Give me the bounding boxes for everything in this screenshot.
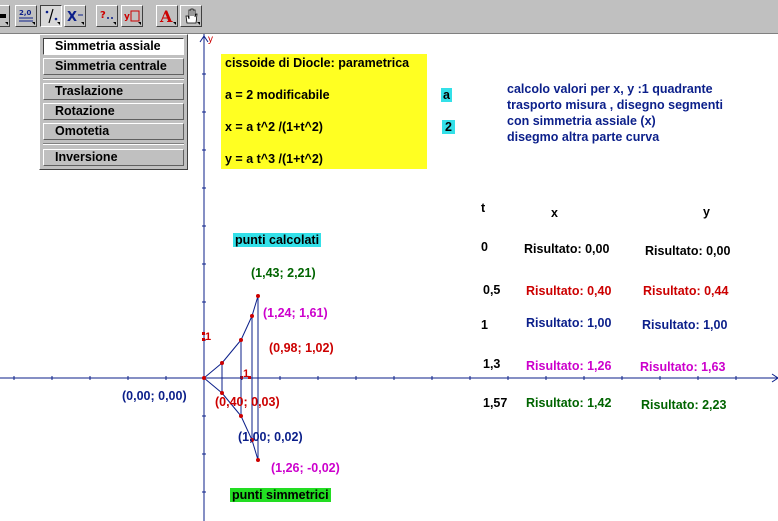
y-unit-label: 1 — [205, 331, 212, 343]
table-row-t: 0 — [481, 240, 488, 254]
table-row-y: Risultato: 1,00 — [642, 318, 728, 332]
info-x-formula: x = a t^2 /(1+t^2) — [225, 120, 323, 134]
table-row-x: Risultato: 1,42 — [526, 396, 612, 410]
table-row-y: Risultato: 0,00 — [645, 244, 731, 258]
param-a-value[interactable]: 2 — [442, 120, 455, 134]
menu-item-simmetria-assiale[interactable]: Simmetria assiale — [43, 38, 184, 55]
menu-item-omotetia[interactable]: Omotetia — [43, 123, 184, 140]
menu-item-simmetria-centrale[interactable]: Simmetria centrale — [43, 58, 184, 75]
point-label: (1,26; -0,02) — [271, 461, 340, 475]
table-header-x: x — [551, 206, 558, 220]
transform-menu: Simmetria assiale Simmetria centrale Tra… — [39, 34, 188, 170]
point-label: (1,43; 2,21) — [251, 266, 316, 280]
note-line-4: disegmo altra parte curva — [507, 130, 660, 144]
x-unit-label: 1 — [243, 368, 250, 380]
note-line-3: con simmetria assiale (x) — [507, 114, 656, 128]
table-header-t: t — [481, 201, 486, 215]
table-row-t: 0,5 — [483, 283, 501, 297]
table-row-y: Risultato: 1,63 — [640, 360, 726, 374]
symmetric-points-label: punti simmetrici — [230, 488, 331, 502]
point-label: (0,98; 1,02) — [269, 341, 334, 355]
y-axis-label: y — [208, 34, 213, 45]
table-row-y: Risultato: 0,44 — [643, 284, 729, 298]
table-header-y: y — [703, 205, 710, 219]
point-label: (1,00; 0,02) — [238, 430, 303, 444]
menu-separator — [43, 143, 184, 145]
table-row-t: 1,57 — [483, 396, 508, 410]
table-row-x: Risultato: 0,00 — [524, 242, 610, 256]
point-label: (0,40; 0,03) — [215, 395, 280, 409]
point-label-origin: (0,00; 0,00) — [122, 389, 187, 403]
table-row-x: Risultato: 1,00 — [526, 316, 612, 330]
menu-item-rotazione[interactable]: Rotazione — [43, 103, 184, 120]
table-row-t: 1,3 — [483, 357, 501, 371]
table-row-y: Risultato: 2,23 — [641, 398, 727, 412]
menu-item-traslazione[interactable]: Traslazione — [43, 83, 184, 100]
note-line-2: trasporto misura , disegno segmenti — [507, 98, 724, 112]
param-a-label[interactable]: a — [441, 88, 452, 102]
table-row-x: Risultato: 1,26 — [526, 359, 612, 373]
table-row-t: 1 — [481, 318, 488, 332]
note-line-1: calcolo valori per x, y :1 quadrante — [507, 82, 713, 96]
info-title: cissoide di Diocle: parametrica — [225, 56, 410, 70]
computed-points-label: punti calcolati — [233, 233, 322, 247]
info-y-formula: y = a t^3 /(1+t^2) — [225, 152, 323, 166]
menu-separator — [43, 78, 184, 80]
table-row-x: Risultato: 0,40 — [526, 284, 612, 298]
menu-item-inversione[interactable]: Inversione — [43, 149, 184, 166]
info-param-a: a = 2 modificabile — [225, 88, 330, 102]
point-label: (1,24; 1,61) — [263, 306, 328, 320]
